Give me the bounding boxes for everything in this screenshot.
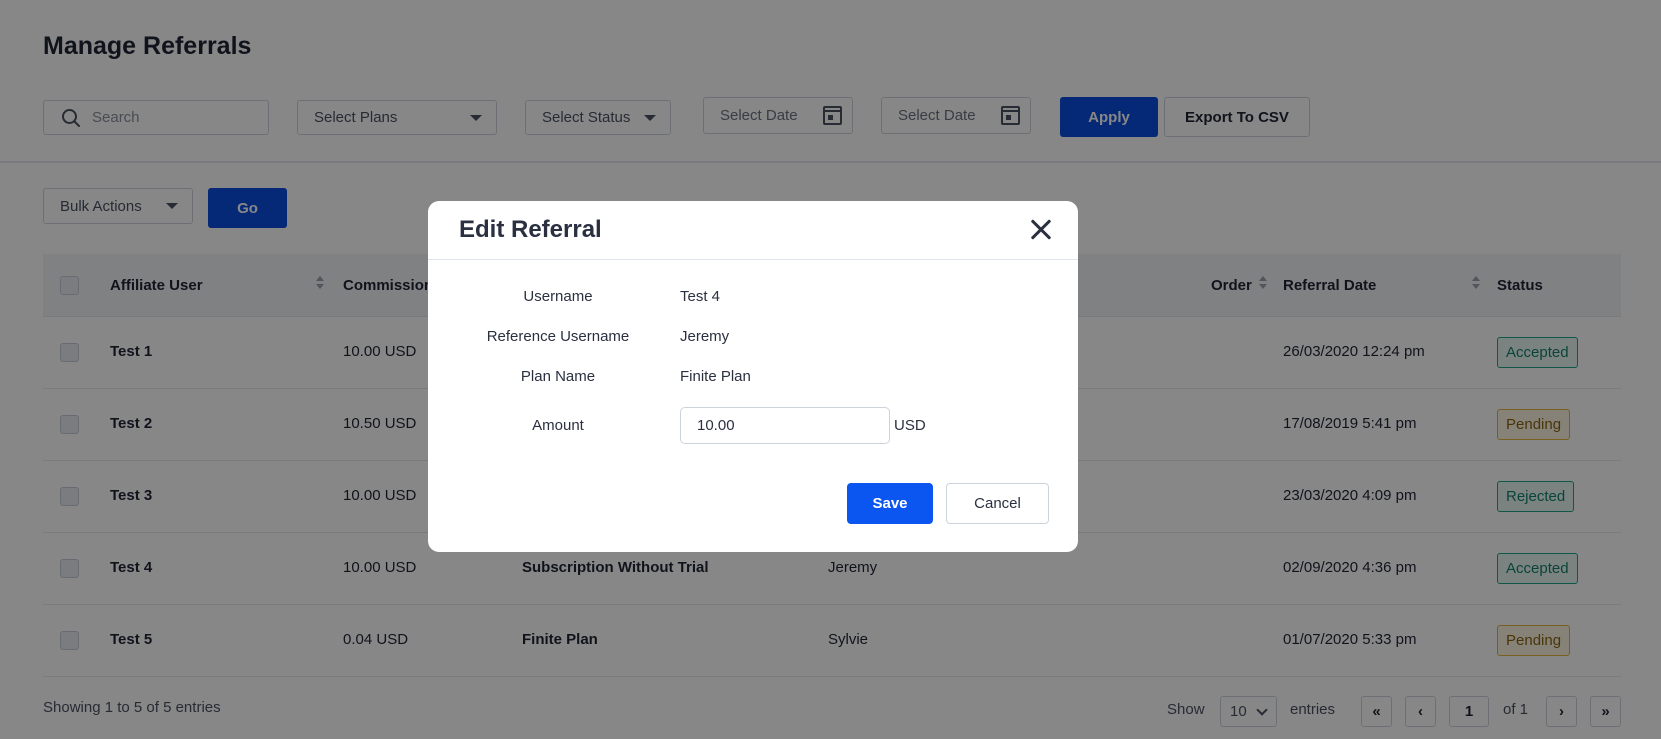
username-value: Test 4 [680, 288, 721, 305]
username-label: Username [523, 288, 593, 305]
plan-name-value: Finite Plan [680, 368, 751, 385]
cancel-button[interactable]: Cancel [946, 483, 1049, 524]
save-button[interactable]: Save [847, 483, 933, 524]
plan-name-label: Plan Name [520, 368, 596, 385]
amount-label: Amount [532, 417, 584, 434]
edit-referral-modal: Edit Referral Username Test 4 Reference … [428, 201, 1078, 552]
reference-username-label: Reference Username [486, 328, 630, 345]
modal-header: Edit Referral [428, 201, 1078, 260]
amount-input[interactable] [680, 407, 890, 444]
amount-unit: USD [894, 417, 926, 434]
close-icon[interactable] [1030, 219, 1052, 241]
reference-username-value: Jeremy [680, 328, 730, 345]
modal-title: Edit Referral [459, 216, 602, 243]
